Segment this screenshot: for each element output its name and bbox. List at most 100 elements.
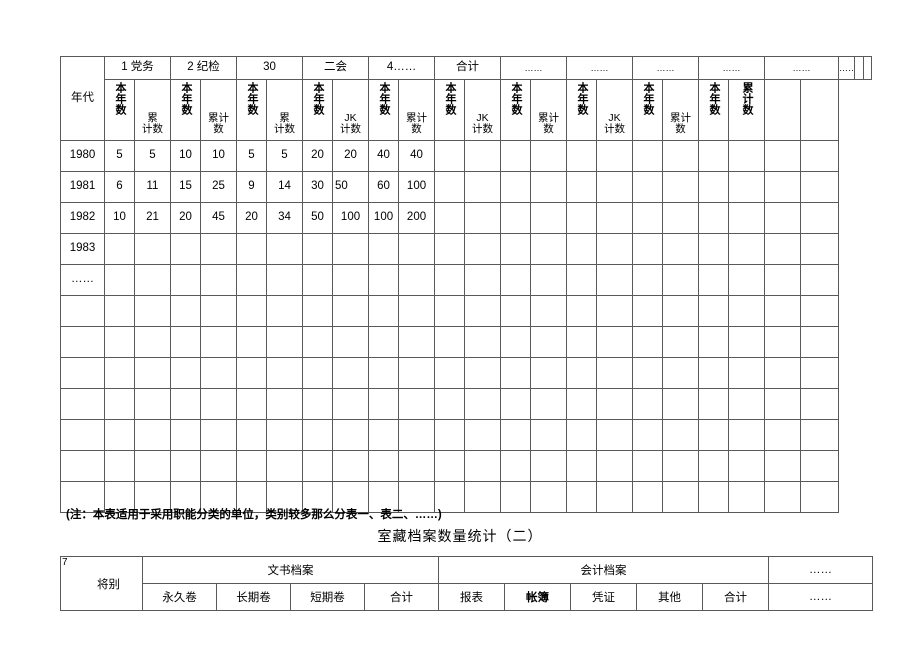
data-cell [662,357,700,389]
row-year-cell [60,388,105,420]
second-sub-header-cell: 合计 [364,583,439,611]
sub-header-label: 本年数 [312,82,325,115]
data-cell [698,295,730,327]
sub-header-cell: 本年数 [302,79,334,141]
data-cell [530,388,568,420]
data-cell [800,202,840,234]
data-cell [728,357,766,389]
data-cell [530,481,568,513]
sub-header-label-bottom: 计数 [472,123,494,136]
data-cell [398,357,436,389]
data-cell [236,357,267,389]
data-cell [265,388,304,420]
table-row [60,419,872,451]
sub-header-label: 累计数 [741,82,754,115]
data-cell [464,357,502,389]
data-cell [332,419,370,451]
data-cell [566,450,598,482]
table-row: 1982 10 21 20 45 20 34 50 100 100 200 [60,202,872,234]
archive-quantity-statistics-table: 年代1 党务2 纪检30二会4……合计………………………………本年数 累计数 本年数… [60,56,873,513]
second-sub-header-cell: 报表 [438,583,505,611]
data-cell [332,295,370,327]
data-cell: 20 [236,202,267,234]
data-cell [632,140,664,172]
table-row [60,326,872,358]
data-cell [368,233,400,265]
data-cell [728,140,766,172]
table-row [60,295,872,327]
data-cell [265,419,304,451]
data-cell [596,419,634,451]
data-cell [596,450,634,482]
data-cell [236,450,267,482]
second-sub-header-cell: 帐簿 [504,583,571,611]
data-cell [236,295,267,327]
data-cell [662,295,700,327]
data-cell [368,357,400,389]
data-cell [800,233,840,265]
data-cell [434,233,466,265]
data-cell [332,450,370,482]
data-cell [530,264,568,296]
data-cell [530,326,568,358]
second-sub-header-row: 永久卷 长期卷 短期卷 合计 报表 帐簿 凭证 其他 合计…… [61,583,874,611]
data-cell [134,264,171,296]
data-cell [464,140,502,172]
data-cell: 5 [236,140,267,172]
data-cell [265,326,304,358]
data-cell [698,388,730,420]
second-sub-header-cell: 短期卷 [290,583,365,611]
data-cell [800,388,840,420]
data-cell [728,419,766,451]
data-cell: 9 [236,171,267,203]
data-cell [764,419,802,451]
second-sub-header-cell: 长期卷 [216,583,291,611]
data-cell [764,171,802,203]
data-cell [662,233,700,265]
data-cell [104,233,135,265]
data-cell [764,450,802,482]
data-cell [302,450,334,482]
data-cell [698,171,730,203]
data-cell [530,419,568,451]
second-group-header-cell: …… [768,556,874,584]
data-cell [662,171,700,203]
group-header-row: 年代1 党务2 纪检30二会4……合计……………………………… [60,56,873,141]
data-cell [500,450,532,482]
data-cell [632,481,664,513]
data-cell: 5 [104,140,135,172]
data-cell: 10 [170,140,201,172]
data-cell [200,450,237,482]
data-cell [632,233,664,265]
sub-header-label: 本年数 [642,82,655,115]
row-year-cell: 1980 [60,140,105,172]
second-group-header-row: 7 将别 文书档案 会计档案…… [60,556,874,611]
data-cell [662,388,700,420]
data-cell [566,295,598,327]
data-cell [464,326,502,358]
sub-header-label: 本年数 [114,82,126,115]
data-cell [434,295,466,327]
row-year-cell [60,326,105,358]
data-cell [265,233,304,265]
second-header-corner-cell: 7 将别 [60,556,143,611]
data-cell: 20 [170,202,201,234]
data-cell: 25 [200,171,237,203]
data-cell [728,326,766,358]
data-cell [464,202,502,234]
sub-header-cell: 本年数 [500,79,532,141]
second-sub-header-cell: 凭证 [570,583,637,611]
data-cell: 60 [368,171,400,203]
data-cell [530,202,568,234]
data-cell [566,233,598,265]
data-cell [596,171,634,203]
data-cell [104,295,135,327]
data-cell [170,388,201,420]
data-cell [302,388,334,420]
data-cell [170,326,201,358]
data-cell [200,233,237,265]
data-cell [398,326,436,358]
sub-header-cell: JK 计数 [332,79,370,141]
data-cell [632,202,664,234]
data-cell [104,264,135,296]
